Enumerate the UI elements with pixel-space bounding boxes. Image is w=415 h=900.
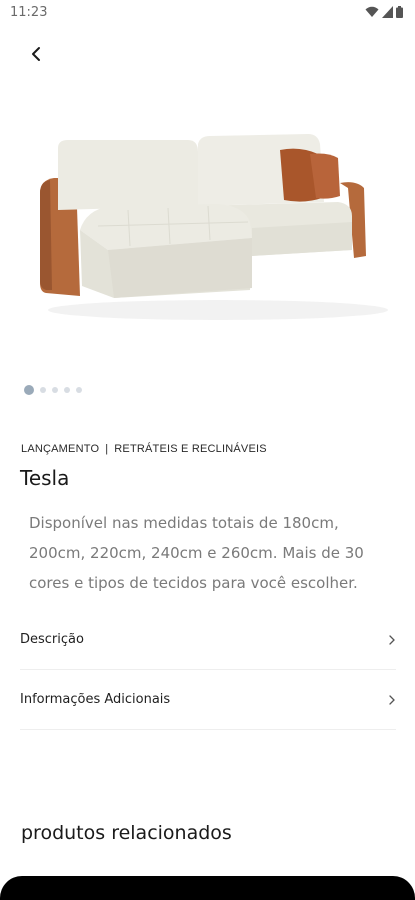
carousel-dot[interactable] [52, 387, 58, 393]
carousel-dot-active[interactable] [24, 385, 34, 395]
additional-info-section[interactable]: Informações Adicionais [20, 670, 396, 730]
signal-icon [382, 6, 393, 18]
status-icons [365, 6, 403, 18]
product-category[interactable]: LANÇAMENTO [21, 443, 99, 455]
chevron-right-icon [389, 694, 395, 705]
product-title: Tesla [20, 466, 70, 490]
product-subcategory[interactable]: RETRÁTEIS E RECLINÁVEIS [114, 443, 267, 455]
product-image[interactable] [18, 118, 398, 328]
product-category-line: LANÇAMENTO | RETRÁTEIS E RECLINÁVEIS [21, 443, 267, 455]
carousel-dot[interactable] [64, 387, 70, 393]
carousel-dot[interactable] [40, 387, 46, 393]
system-navigation-bar [0, 876, 415, 900]
chevron-left-icon [32, 47, 40, 61]
description-section[interactable]: Descrição [20, 610, 396, 670]
carousel-indicator[interactable] [24, 385, 82, 395]
status-bar: 11:23 [0, 0, 415, 26]
carousel-dot[interactable] [76, 387, 82, 393]
status-time: 11:23 [10, 5, 48, 20]
battery-icon [396, 6, 403, 18]
additional-info-label: Informações Adicionais [20, 692, 171, 707]
back-button[interactable] [22, 40, 50, 68]
chevron-right-icon [389, 634, 395, 645]
category-separator: | [105, 443, 109, 455]
wifi-icon [365, 6, 379, 17]
related-products-title: produtos relacionados [21, 822, 232, 844]
description-label: Descrição [20, 632, 84, 647]
product-description: Disponível nas medidas totais de 180cm, … [29, 514, 364, 592]
